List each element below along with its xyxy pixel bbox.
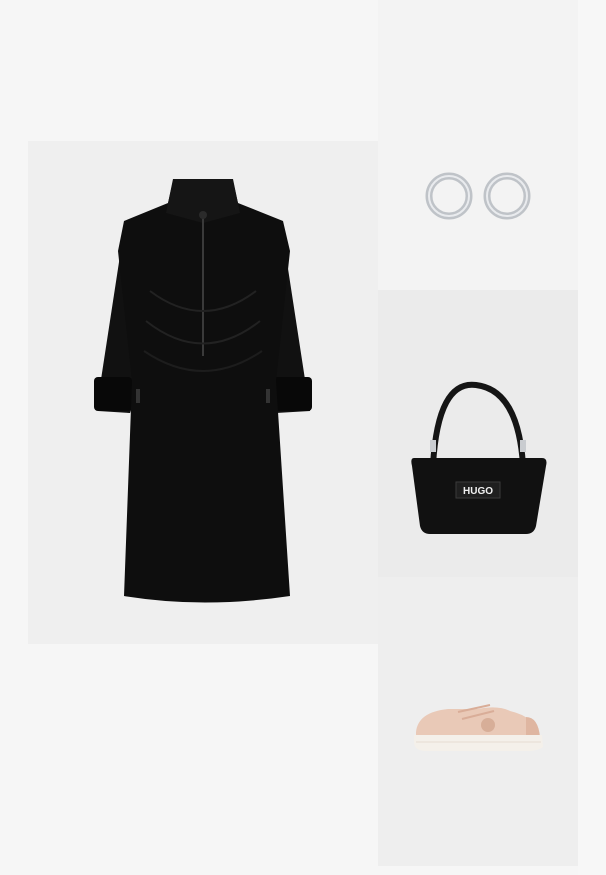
earrings-image (425, 172, 531, 220)
bag-brand-label: HUGO (463, 486, 493, 497)
product-tile-earrings[interactable] (378, 0, 578, 290)
product-tile-handbag[interactable]: HUGO (378, 290, 578, 577)
page-margin (578, 0, 606, 875)
handbag-image: HUGO (411, 381, 547, 534)
sneaker-image (414, 704, 543, 751)
outfit-page: HUGO (0, 0, 606, 875)
product-tile-dress[interactable] (28, 141, 378, 644)
dress-image (94, 179, 312, 603)
product-tile-sneakers[interactable] (378, 577, 578, 866)
